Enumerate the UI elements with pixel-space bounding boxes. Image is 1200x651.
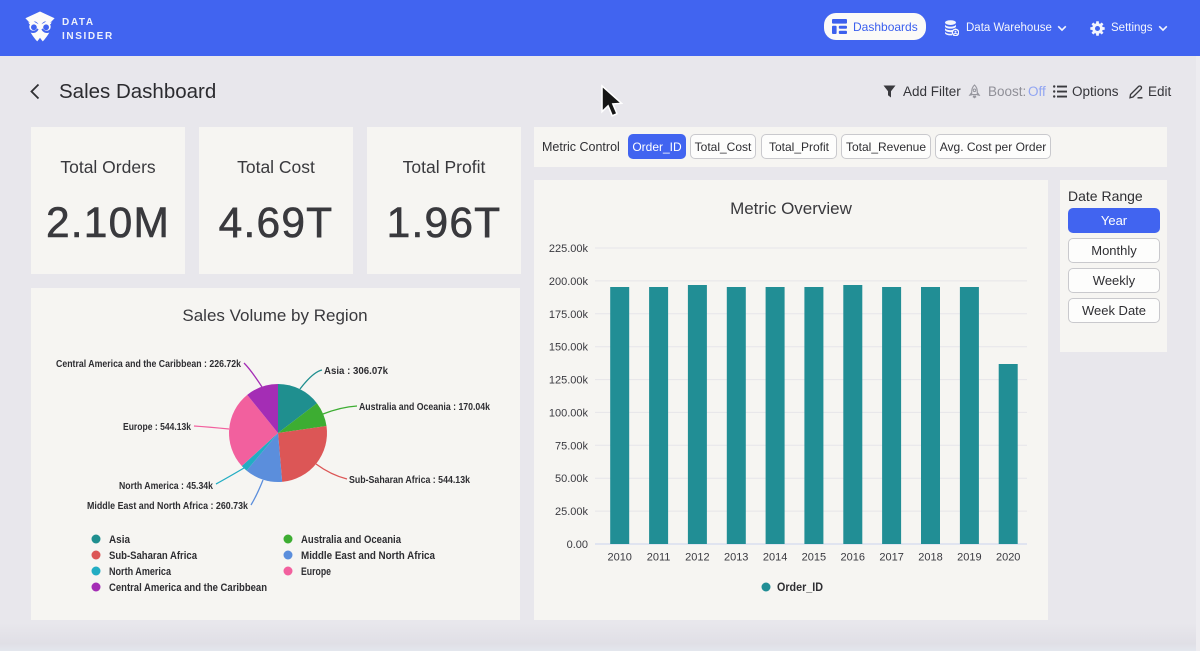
svg-text:2016: 2016 <box>841 552 865 564</box>
svg-text:2010: 2010 <box>607 552 631 564</box>
svg-text:Australia and Oceania : 170.04: Australia and Oceania : 170.04k <box>359 401 490 413</box>
svg-text:2018: 2018 <box>918 552 942 564</box>
svg-text:2020: 2020 <box>996 552 1020 564</box>
svg-text:Sub-Saharan Africa : 544.13k: Sub-Saharan Africa : 544.13k <box>349 474 470 486</box>
svg-text:Metric Overview: Metric Overview <box>730 199 853 218</box>
svg-text:North America : 45.34k: North America : 45.34k <box>119 480 213 492</box>
svg-text:175.00k: 175.00k <box>549 309 589 321</box>
svg-text:North America: North America <box>109 566 172 578</box>
svg-text:Europe : 544.13k: Europe : 544.13k <box>123 421 191 433</box>
svg-text:Asia : 306.07k: Asia : 306.07k <box>324 365 388 377</box>
svg-text:Australia and Oceania: Australia and Oceania <box>301 534 402 546</box>
svg-text:0.00: 0.00 <box>567 539 588 551</box>
svg-text:Middle East and North Africa :: Middle East and North Africa : 260.73k <box>87 500 248 512</box>
svg-text:Sub-Saharan Africa: Sub-Saharan Africa <box>109 550 198 562</box>
svg-text:2017: 2017 <box>879 552 903 564</box>
svg-text:Middle East and North Africa: Middle East and North Africa <box>301 550 436 562</box>
svg-text:125.00k: 125.00k <box>549 375 589 387</box>
svg-text:225.00k: 225.00k <box>549 243 589 255</box>
svg-text:25.00k: 25.00k <box>555 506 589 518</box>
svg-text:100.00k: 100.00k <box>549 407 589 419</box>
svg-text:2012: 2012 <box>685 552 709 564</box>
svg-text:200.00k: 200.00k <box>549 276 589 288</box>
svg-text:2013: 2013 <box>724 552 748 564</box>
svg-text:Central America and the Caribb: Central America and the Caribbean : 226.… <box>56 358 241 370</box>
svg-text:50.00k: 50.00k <box>555 473 589 485</box>
svg-text:2019: 2019 <box>957 552 981 564</box>
svg-text:Europe: Europe <box>301 566 331 578</box>
svg-text:150.00k: 150.00k <box>549 342 589 354</box>
svg-text:Asia: Asia <box>109 534 131 546</box>
svg-text:Order_ID: Order_ID <box>777 580 823 594</box>
svg-text:2015: 2015 <box>802 552 826 564</box>
svg-text:Central America and the Caribb: Central America and the Caribbean <box>109 582 267 594</box>
svg-text:2014: 2014 <box>763 552 787 564</box>
svg-text:Sales Volume by Region: Sales Volume by Region <box>182 306 367 325</box>
svg-text:75.00k: 75.00k <box>555 440 589 452</box>
svg-text:2011: 2011 <box>647 552 671 564</box>
